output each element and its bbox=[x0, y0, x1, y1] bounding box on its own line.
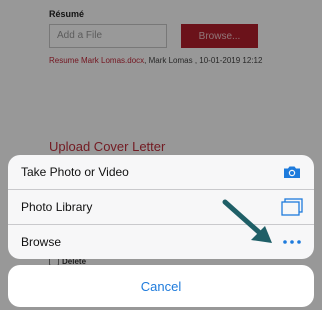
action-label: Photo Library bbox=[21, 200, 93, 214]
pointer-arrow-icon bbox=[222, 199, 272, 243]
action-take-photo-or-video[interactable]: Take Photo or Video bbox=[8, 155, 314, 189]
cancel-button[interactable]: Cancel bbox=[8, 265, 314, 307]
action-label: Take Photo or Video bbox=[21, 165, 129, 179]
photo-library-icon bbox=[281, 198, 303, 216]
more-dots-icon bbox=[281, 233, 303, 251]
camera-icon bbox=[281, 163, 303, 181]
screen: Résumé Add a File Browse... Resume Mark … bbox=[0, 0, 322, 310]
action-label: Browse bbox=[21, 235, 62, 249]
